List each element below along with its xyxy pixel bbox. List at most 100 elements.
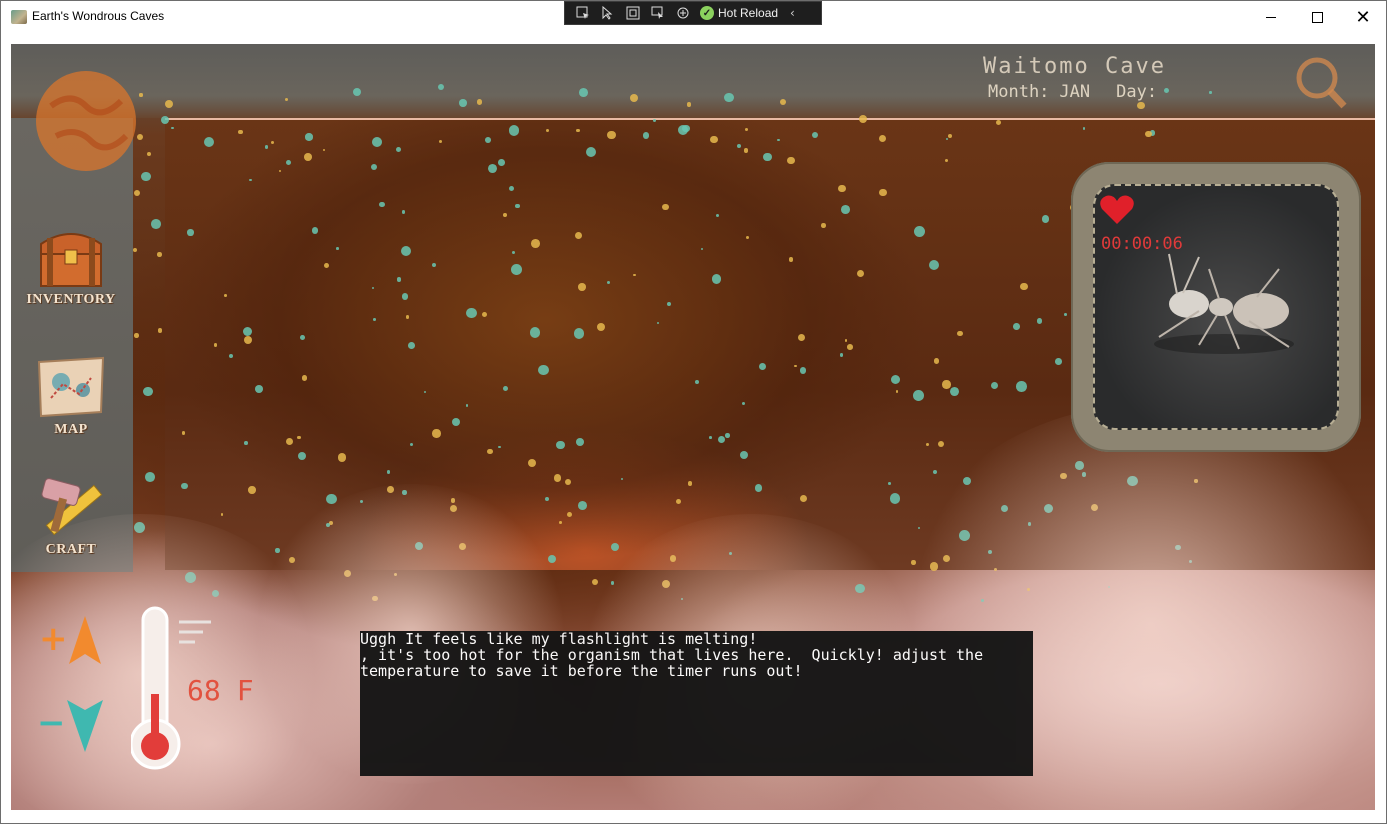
app-icon xyxy=(11,10,27,24)
gold-particle xyxy=(337,453,347,462)
debug-toolbar: ✓ Hot Reload ‹ xyxy=(564,1,822,25)
gold-particle xyxy=(181,431,186,435)
select-element-icon[interactable] xyxy=(573,4,592,22)
teal-particle xyxy=(890,493,901,504)
track-focus-icon[interactable] xyxy=(648,4,667,22)
teal-particle xyxy=(1016,381,1027,392)
close-button[interactable]: ✕ xyxy=(1340,1,1386,33)
gold-particle xyxy=(1145,130,1152,137)
gold-particle xyxy=(157,328,162,333)
collapse-chevron-icon[interactable]: ‹ xyxy=(790,6,795,20)
gold-particle xyxy=(297,435,301,440)
gold-particle xyxy=(687,481,693,486)
gold-particle xyxy=(895,390,899,393)
window-title: Earth's Wondrous Caves xyxy=(32,9,165,23)
title-bar[interactable]: Earth's Wondrous Caves ✓ Hot Reload ‹ ✕ xyxy=(1,1,1386,33)
teal-particle xyxy=(437,84,444,91)
teal-particle xyxy=(694,380,699,385)
gold-particle xyxy=(578,283,586,291)
magnifier-icon[interactable] xyxy=(1289,52,1349,112)
teal-particle xyxy=(1064,313,1067,317)
gold-particle xyxy=(224,293,227,297)
craft-button[interactable]: CRAFT xyxy=(25,474,117,574)
teal-particle xyxy=(485,137,492,143)
gold-particle xyxy=(248,486,256,494)
teal-particle xyxy=(487,163,497,173)
day-label: Day: xyxy=(1116,82,1158,102)
gold-particle xyxy=(503,212,507,217)
gold-particle xyxy=(134,333,139,338)
gold-particle xyxy=(933,358,940,364)
teal-particle xyxy=(578,88,588,98)
teal-particle xyxy=(573,328,585,339)
teal-particle xyxy=(397,277,402,282)
select-pointer-icon[interactable] xyxy=(598,4,617,22)
teal-particle xyxy=(336,247,339,250)
temperature-unit: F xyxy=(236,674,254,707)
gold-particle xyxy=(270,140,274,145)
gold-particle xyxy=(157,252,162,257)
gold-particle xyxy=(576,128,580,133)
gold-particle xyxy=(947,133,952,139)
teal-particle xyxy=(1055,358,1062,366)
gold-particle xyxy=(878,134,886,143)
display-layout-icon[interactable] xyxy=(623,4,642,22)
gold-particle xyxy=(220,513,224,516)
teal-particle xyxy=(763,152,772,161)
date-row: Month: JAN Day: xyxy=(988,82,1157,102)
ant-icon xyxy=(1154,253,1294,354)
gold-particle xyxy=(432,429,441,438)
map-button[interactable]: MAP xyxy=(25,354,117,454)
binding-icon[interactable] xyxy=(673,4,692,22)
teal-particle xyxy=(718,435,725,443)
hot-reload-indicator[interactable]: ✓ Hot Reload xyxy=(700,6,778,20)
gold-particle xyxy=(798,333,806,341)
teal-particle xyxy=(887,482,891,485)
temperature-value: 68 xyxy=(187,674,221,707)
teal-particle xyxy=(141,171,151,182)
teal-particle xyxy=(556,440,565,450)
dialog-line: temperature to save it before the timer … xyxy=(360,662,803,680)
teal-particle xyxy=(1013,323,1020,330)
teal-particle xyxy=(741,401,745,405)
teal-particle xyxy=(466,307,477,318)
teal-particle xyxy=(1209,91,1212,94)
temperature-readout: 68 F xyxy=(187,674,254,707)
globe-icon xyxy=(36,71,136,171)
temperature-down-button[interactable]: − xyxy=(37,694,107,754)
teal-particle xyxy=(682,124,690,133)
teal-particle xyxy=(643,132,650,139)
temperature-up-button[interactable]: + xyxy=(37,614,103,668)
gold-particle xyxy=(746,235,750,239)
gold-particle xyxy=(995,119,1002,125)
teal-particle xyxy=(372,318,376,321)
gold-particle xyxy=(592,579,599,586)
treasure-chest-icon xyxy=(40,233,102,287)
teal-particle xyxy=(297,451,307,460)
teal-particle xyxy=(300,335,305,340)
teal-particle xyxy=(841,205,850,214)
teal-particle xyxy=(401,210,406,214)
gold-particle xyxy=(553,474,562,482)
map-label: MAP xyxy=(54,422,88,437)
inventory-button[interactable]: INVENTORY xyxy=(25,224,117,324)
teal-particle xyxy=(758,363,766,371)
teal-particle xyxy=(465,404,469,407)
maximize-button[interactable] xyxy=(1294,1,1340,33)
gold-particle xyxy=(301,375,308,381)
gold-particle xyxy=(531,239,540,248)
map-scroll-icon xyxy=(37,356,105,418)
gold-particle xyxy=(710,135,718,143)
teal-particle xyxy=(181,482,188,490)
teal-particle xyxy=(401,293,409,300)
teal-particle xyxy=(990,381,998,390)
teal-particle xyxy=(509,125,520,136)
teal-particle xyxy=(171,126,174,129)
minus-symbol: − xyxy=(37,703,66,743)
teal-particle xyxy=(799,367,807,374)
teal-particle xyxy=(386,470,390,474)
window-controls: ✕ xyxy=(1248,1,1386,33)
day-group: Day: xyxy=(1116,82,1157,102)
teal-particle xyxy=(725,433,730,438)
minimize-button[interactable] xyxy=(1248,1,1294,33)
